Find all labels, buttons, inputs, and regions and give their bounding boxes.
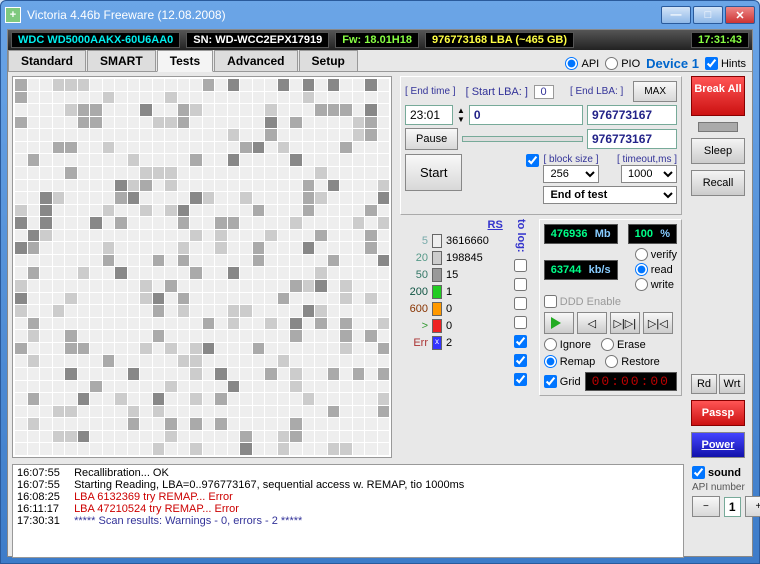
end-button[interactable]: ▷|◁ (643, 312, 673, 334)
passp-button[interactable]: Passp (691, 400, 745, 426)
log-chk-5[interactable] (514, 335, 527, 348)
hints-checkbox[interactable]: Hints (705, 57, 746, 70)
log-chk-4[interactable] (514, 316, 527, 329)
tab-setup[interactable]: Setup (299, 50, 358, 71)
restore-radio[interactable]: Restore (605, 355, 660, 368)
ff-button[interactable]: ▷|▷| (610, 312, 640, 334)
scan-params-panel: [ End time ] [ Start LBA: ] 0 [ End LBA:… (400, 76, 682, 215)
max-button[interactable]: MAX (633, 81, 677, 102)
start-lba-field[interactable]: 0 (469, 105, 583, 125)
prev-button[interactable]: ◁ (577, 312, 607, 334)
wrt-button[interactable]: Wrt (719, 374, 745, 394)
progress-bar (698, 122, 738, 132)
end-lba2-field[interactable]: 976773167 (587, 129, 677, 149)
remap-radio[interactable]: Remap (544, 355, 595, 368)
end-of-test-select[interactable]: End of test (543, 186, 677, 204)
speed-display: 63744 kb/s (544, 260, 618, 280)
grid-checkbox[interactable]: Grid (544, 375, 581, 388)
close-button[interactable]: ✕ (725, 6, 755, 24)
start-button[interactable]: Start (405, 154, 462, 191)
rd-button[interactable]: Rd (691, 374, 717, 394)
clock: 17:31:43 (691, 32, 749, 48)
timing-legend: RS 53616660 20198845 5015 2001 6000 >0 E… (400, 219, 503, 350)
drive-lba: 976773168 LBA (~465 GB) (425, 32, 574, 48)
window-title: Victoria 4.46b Freeware (12.08.2008) (27, 8, 661, 22)
log-chk-2[interactable] (514, 278, 527, 291)
surface-map (12, 76, 392, 458)
pio-radio[interactable]: PIO (605, 57, 640, 70)
end-lba-field[interactable]: 976773167 (587, 105, 677, 125)
device-status-bar: WDC WD5000AAKX-60U6AA0 SN: WD-WCC2EPX179… (8, 30, 752, 50)
timeout-select[interactable]: 1000 (621, 165, 677, 183)
api-radio[interactable]: API (565, 57, 599, 70)
break-all-button[interactable]: Break All (691, 76, 745, 116)
navigation-arrows[interactable] (466, 154, 522, 210)
log-chk-1[interactable] (514, 259, 527, 272)
tab-tests[interactable]: Tests (157, 50, 213, 72)
play-button[interactable] (544, 312, 574, 334)
maximize-button[interactable]: □ (693, 6, 723, 24)
read-radio[interactable]: read (635, 263, 677, 276)
api-num-minus[interactable]: − (692, 496, 720, 517)
write-radio[interactable]: write (635, 278, 677, 291)
ignore-radio[interactable]: Ignore (544, 338, 591, 351)
tab-smart[interactable]: SMART (87, 50, 156, 71)
recall-button[interactable]: Recall (691, 170, 745, 196)
erase-radio[interactable]: Erase (601, 338, 646, 351)
endtime-field[interactable]: 23:01 (405, 105, 453, 125)
arrow-checkbox[interactable] (526, 154, 539, 167)
percent-display: 100 % (628, 224, 677, 244)
tab-advanced[interactable]: Advanced (214, 50, 297, 71)
api-num-field[interactable]: 1 (724, 497, 741, 517)
minimize-button[interactable]: — (661, 6, 691, 24)
sound-checkbox[interactable]: sound (692, 466, 748, 479)
log-chk-3[interactable] (514, 297, 527, 310)
device-label: Device 1 (646, 56, 699, 71)
drive-sn: SN: WD-WCC2EPX17919 (186, 32, 329, 48)
app-icon: + (5, 7, 21, 23)
ddd-checkbox[interactable]: DDD Enable (544, 295, 677, 308)
verify-radio[interactable]: verify (635, 248, 677, 261)
power-button[interactable]: Power (691, 432, 745, 458)
rs-link[interactable]: RS (400, 219, 503, 231)
drive-fw: Fw: 18.01H18 (335, 32, 419, 48)
api-num-plus[interactable]: + (745, 496, 760, 517)
block-size-select[interactable]: 256 (543, 165, 599, 183)
drive-model: WDC WD5000AAKX-60U6AA0 (11, 32, 180, 48)
position-display: 476936 Mb (544, 224, 618, 244)
log-chk-6[interactable] (514, 354, 527, 367)
sleep-button[interactable]: Sleep (691, 138, 745, 164)
pause-button[interactable]: Pause (405, 128, 458, 150)
log-chk-7[interactable] (514, 373, 527, 386)
tab-standard[interactable]: Standard (8, 50, 86, 71)
timer-display: 00:00:00 (585, 372, 677, 391)
log-panel[interactable]: 16:07:55 Recallibration... OK16:07:55 St… (12, 464, 684, 558)
